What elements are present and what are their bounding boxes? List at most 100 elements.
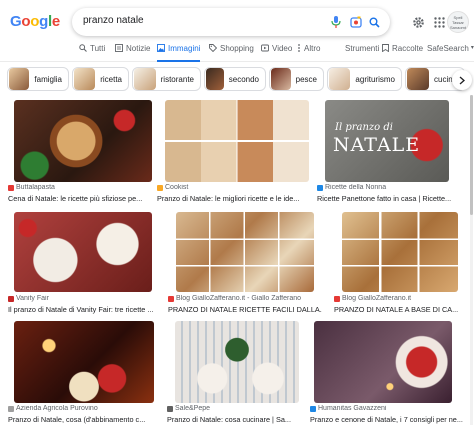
result-source[interactable]: Humanitas Gavazzeni bbox=[310, 405, 468, 412]
image-result[interactable]: Azienda Agricola Purovino Pranzo di Nata… bbox=[8, 321, 160, 425]
site-favicon bbox=[334, 295, 340, 302]
result-thumbnail[interactable]: Il pranzo di NATALE bbox=[325, 100, 449, 182]
source-label: Sale&Pepe bbox=[175, 405, 211, 412]
image-result[interactable]: Cookist Pranzo di Natale: le migliori ri… bbox=[157, 100, 309, 204]
result-title[interactable]: PRANZO DI NATALE A BASE DI CA... bbox=[334, 305, 468, 314]
scrollbar-thumb[interactable] bbox=[470, 95, 473, 215]
result-title[interactable]: PRANZO DI NATALE RICETTE FACILI DALLA... bbox=[168, 305, 322, 314]
chip-agriturismo[interactable]: agriturismo bbox=[327, 67, 402, 91]
source-label: Buttalapasta bbox=[16, 184, 55, 191]
site-favicon bbox=[8, 405, 14, 412]
saved-label: Raccolte bbox=[392, 44, 424, 53]
result-title[interactable]: Ricette Panettone fatto in casa | Ricett… bbox=[317, 194, 467, 203]
account-avatar[interactable]: Spell Tassar Sanaomt bbox=[447, 11, 469, 33]
chip-thumbnail bbox=[134, 68, 156, 90]
source-label: Blog GialloZafferano.it - Giallo Zaffera… bbox=[176, 295, 302, 302]
tab-shopping[interactable]: Shopping bbox=[209, 44, 254, 62]
chip-pesce[interactable]: pesce bbox=[269, 67, 324, 91]
play-icon bbox=[261, 44, 269, 52]
tab-label: Immagini bbox=[168, 44, 201, 53]
tools-button[interactable]: Strumenti bbox=[345, 44, 379, 53]
chip-ricetta[interactable]: ricetta bbox=[72, 67, 129, 91]
chip-label: secondo bbox=[228, 74, 259, 84]
chip-label: ristorante bbox=[160, 74, 194, 84]
chip-secondo[interactable]: secondo bbox=[204, 67, 266, 91]
result-thumbnail[interactable] bbox=[175, 321, 299, 403]
image-result[interactable]: Il pranzo di NATALE Ricette della Nonna … bbox=[317, 100, 467, 204]
search-input[interactable]: pranzo natale bbox=[83, 15, 144, 26]
microphone-icon[interactable] bbox=[328, 14, 344, 30]
result-title[interactable]: Pranzo di Natale: cosa cucinare | Sa... bbox=[167, 415, 307, 424]
chip-thumbnail bbox=[74, 68, 96, 90]
gear-icon[interactable] bbox=[410, 14, 426, 30]
tab-all[interactable]: Tutti bbox=[79, 44, 105, 62]
result-title[interactable]: Pranzo di Natale, cosa (d'abbinamento c.… bbox=[8, 415, 160, 424]
result-title[interactable]: Pranzo di Natale: le migliori ricette e … bbox=[157, 194, 309, 203]
result-source[interactable]: Cookist bbox=[157, 184, 309, 191]
tab-label: Shopping bbox=[220, 44, 254, 53]
search-box[interactable]: pranzo natale bbox=[72, 8, 390, 36]
image-result[interactable]: Humanitas Gavazzeni Pranzo e cenone di N… bbox=[310, 321, 468, 425]
result-title[interactable]: Cena di Natale: le ricette più sfiziose … bbox=[8, 194, 158, 203]
bookmark-icon bbox=[382, 44, 389, 52]
site-favicon bbox=[8, 295, 14, 302]
result-thumbnail[interactable] bbox=[14, 212, 152, 292]
google-logo[interactable]: Google bbox=[10, 13, 60, 30]
search-icon[interactable] bbox=[366, 14, 382, 30]
result-thumbnail[interactable] bbox=[14, 321, 154, 403]
image-result[interactable]: Blog GialloZafferano.it - Giallo Zaffera… bbox=[168, 212, 322, 316]
site-favicon bbox=[317, 184, 323, 191]
result-thumbnail[interactable] bbox=[176, 212, 314, 292]
tab-news[interactable]: Notizie bbox=[115, 44, 150, 62]
chevron-down-icon: ▾ bbox=[470, 45, 474, 51]
source-label: Ricette della Nonna bbox=[325, 184, 387, 191]
image-result[interactable]: Buttalapasta Cena di Natale: le ricette … bbox=[8, 100, 158, 204]
chevron-right-icon bbox=[459, 76, 465, 84]
image-result[interactable]: Blog GialloZafferano.it PRANZO DI NATALE… bbox=[334, 212, 468, 316]
result-thumbnail[interactable] bbox=[14, 100, 152, 182]
tab-label: Altro bbox=[304, 44, 321, 53]
site-favicon bbox=[167, 405, 173, 412]
site-favicon bbox=[8, 184, 14, 191]
apps-grid-icon[interactable] bbox=[431, 14, 447, 30]
result-title[interactable]: Pranzo e cenone di Natale, i 7 consigli … bbox=[310, 415, 468, 424]
camera-lens-icon[interactable] bbox=[348, 14, 364, 30]
result-source[interactable]: Buttalapasta bbox=[8, 184, 158, 191]
source-label: Azienda Agricola Purovino bbox=[16, 405, 98, 412]
search-tabs: Tutti Notizie Immagini Shopping Video Al… bbox=[0, 42, 474, 62]
chip-label: famiglia bbox=[34, 74, 62, 84]
thumbnail-overlay-text: Il pranzo di bbox=[335, 122, 393, 133]
source-label: Vanity Fair bbox=[16, 295, 49, 302]
news-icon bbox=[115, 44, 123, 52]
result-source[interactable]: Blog GialloZafferano.it bbox=[334, 295, 468, 302]
chip-ristorante[interactable]: ristorante bbox=[132, 67, 201, 91]
logo-letter: g bbox=[39, 13, 48, 30]
tab-images[interactable]: Immagini bbox=[157, 44, 201, 62]
result-source[interactable]: Blog GialloZafferano.it - Giallo Zaffera… bbox=[168, 295, 322, 302]
tab-more[interactable]: Altro bbox=[297, 44, 320, 62]
result-thumbnail[interactable] bbox=[165, 100, 309, 182]
safesearch-button[interactable]: SafeSearch ▾ bbox=[427, 44, 474, 53]
saved-button[interactable]: Raccolte bbox=[382, 44, 423, 53]
chip-thumbnail bbox=[407, 68, 429, 90]
result-thumbnail[interactable] bbox=[314, 321, 452, 403]
result-source[interactable]: Ricette della Nonna bbox=[317, 184, 467, 191]
tab-label: Video bbox=[272, 44, 293, 53]
result-source[interactable]: Sale&Pepe bbox=[167, 405, 307, 412]
source-label: Humanitas Gavazzeni bbox=[318, 405, 387, 412]
chip-famiglia[interactable]: famiglia bbox=[7, 67, 69, 91]
tag-icon bbox=[209, 44, 217, 52]
tab-video[interactable]: Video bbox=[261, 44, 292, 62]
image-result[interactable]: Vanity Fair Il pranzo di Natale di Vanit… bbox=[8, 212, 158, 316]
result-title[interactable]: Il pranzo di Natale di Vanity Fair: tre … bbox=[8, 305, 158, 314]
chip-thumbnail bbox=[271, 68, 291, 90]
result-source[interactable]: Azienda Agricola Purovino bbox=[8, 405, 160, 412]
safesearch-label: SafeSearch bbox=[427, 44, 469, 53]
logo-letter: e bbox=[51, 13, 60, 30]
source-label: Cookist bbox=[165, 184, 189, 191]
chips-next-button[interactable] bbox=[452, 70, 472, 90]
search-icon bbox=[79, 44, 87, 52]
result-source[interactable]: Vanity Fair bbox=[8, 295, 158, 302]
image-result[interactable]: Sale&Pepe Pranzo di Natale: cosa cucinar… bbox=[167, 321, 307, 425]
result-thumbnail[interactable] bbox=[342, 212, 458, 292]
